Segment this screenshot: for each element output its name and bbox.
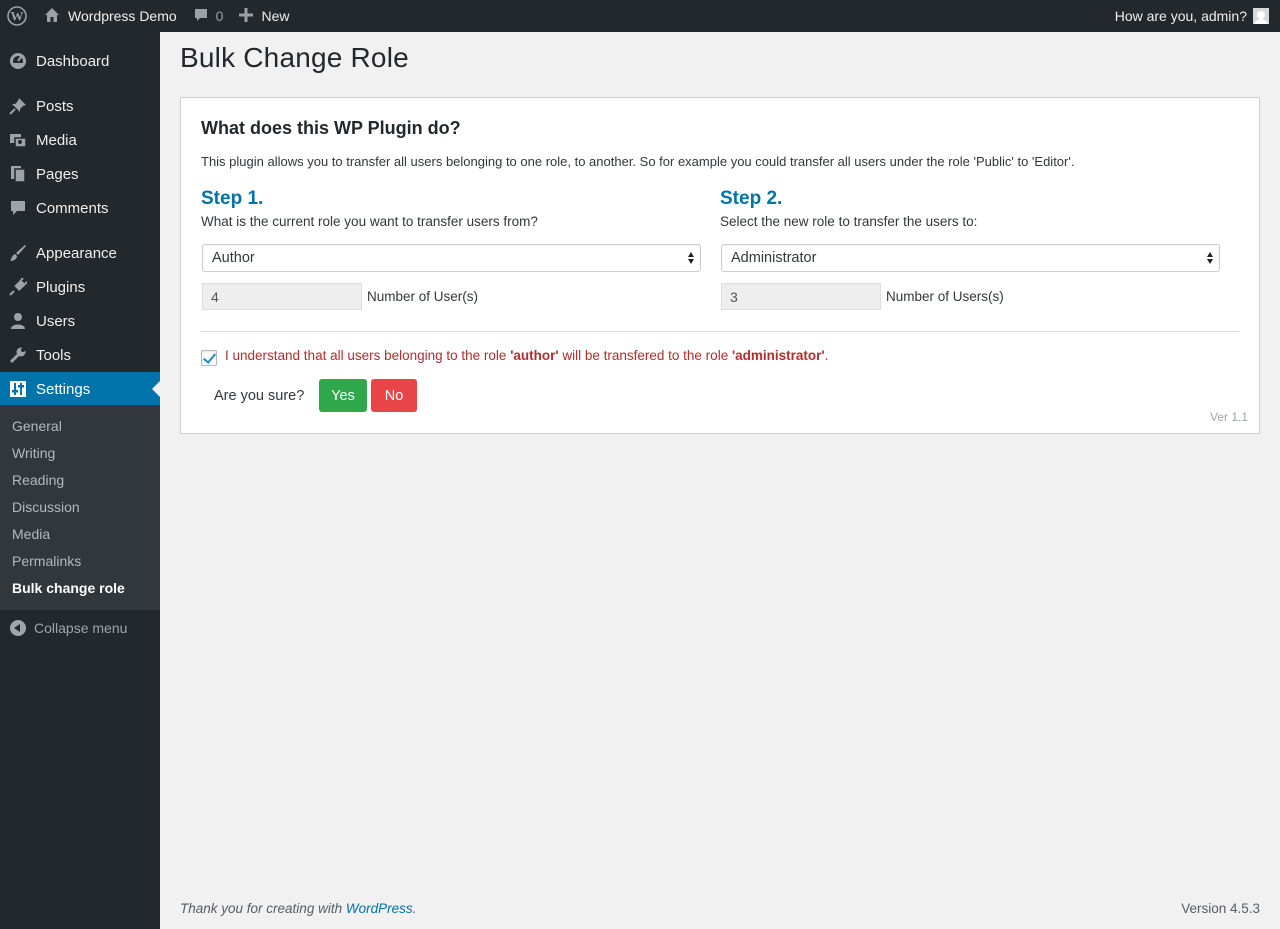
- from-role-value: Author: [212, 250, 255, 266]
- plugin-version: Ver 1.1: [1209, 410, 1248, 424]
- menu-label: Appearance: [36, 244, 117, 262]
- menu-label: Posts: [36, 97, 74, 115]
- are-you-sure-label: Are you sure?: [214, 388, 305, 404]
- pin-icon: [8, 96, 28, 116]
- submenu-item-reading[interactable]: Reading: [12, 472, 64, 488]
- admin-menu: Dashboard Posts Media Pages Comments App…: [0, 32, 160, 929]
- menu-label: Plugins: [36, 278, 86, 296]
- menu-label: Users: [36, 312, 76, 330]
- menu-label: Tools: [36, 346, 72, 364]
- confirm-suffix: .: [824, 348, 829, 363]
- no-button[interactable]: No: [371, 379, 417, 412]
- plus-icon: [239, 7, 254, 25]
- my-account-link[interactable]: How are you, admin?: [1107, 0, 1280, 32]
- footer-thanks: Thank you for creating with WordPress.: [180, 901, 416, 916]
- from-role-count-label: Number of User(s): [367, 289, 479, 304]
- comment-bubble-icon: [193, 7, 209, 26]
- submenu-item-general[interactable]: General: [12, 418, 62, 434]
- plugin-panel: What does this WP Plugin do? This plugin…: [180, 97, 1260, 434]
- menu-item-posts[interactable]: Posts: [0, 89, 160, 123]
- footer-version: Version 4.5.3: [1181, 901, 1260, 916]
- new-label: New: [261, 8, 290, 24]
- greeting: How are you, admin?: [1114, 8, 1247, 24]
- pages-icon: [8, 164, 28, 184]
- submenu-item-writing[interactable]: Writing: [12, 445, 55, 461]
- to-role-select[interactable]: Administrator: [721, 244, 1220, 272]
- menu-label: Settings: [36, 380, 91, 398]
- home-icon: [44, 7, 60, 26]
- panel-description: This plugin allows you to transfer all u…: [201, 154, 1075, 169]
- svg-text:W: W: [11, 9, 24, 24]
- comments-link[interactable]: 0: [185, 0, 232, 32]
- collapse-menu-button[interactable]: Collapse menu: [0, 614, 160, 642]
- wrench-icon: [8, 345, 28, 365]
- collapse-label: Collapse menu: [34, 620, 128, 636]
- footer-thanks-suffix: .: [412, 901, 417, 916]
- confirm-from-role: 'author': [510, 348, 559, 363]
- menu-label: Dashboard: [36, 52, 110, 70]
- page-title: Bulk Change Role: [180, 42, 409, 73]
- comment-icon: [8, 198, 28, 218]
- wordpress-logo-icon[interactable]: W: [0, 0, 34, 32]
- menu-item-settings[interactable]: Settings: [0, 372, 160, 406]
- to-role-value: Administrator: [731, 250, 817, 266]
- from-role-count-field: 4: [202, 283, 362, 310]
- menu-item-media[interactable]: Media: [0, 123, 160, 157]
- menu-item-appearance[interactable]: Appearance: [0, 236, 160, 270]
- media-icon: [8, 130, 28, 150]
- confirm-text[interactable]: I understand that all users belonging to…: [225, 348, 828, 363]
- brush-icon: [8, 243, 28, 263]
- select-arrows-icon: [1206, 251, 1214, 266]
- wordpress-link[interactable]: WordPress: [346, 901, 413, 916]
- step1-question: What is the current role you want to tra…: [201, 214, 538, 229]
- plugin-icon: [8, 277, 28, 297]
- site-name-link[interactable]: Wordpress Demo: [34, 0, 185, 32]
- footer-thanks-prefix: Thank you for creating with: [180, 901, 346, 916]
- avatar: [1253, 8, 1269, 24]
- step2-title: Step 2.: [720, 188, 783, 209]
- confirm-checkbox[interactable]: [201, 350, 217, 366]
- menu-item-pages[interactable]: Pages: [0, 157, 160, 191]
- yes-button[interactable]: Yes: [319, 379, 367, 412]
- submenu-item-permalinks[interactable]: Permalinks: [12, 553, 81, 569]
- menu-label: Comments: [36, 199, 109, 217]
- site-name: Wordpress Demo: [68, 8, 177, 24]
- menu-item-tools[interactable]: Tools: [0, 338, 160, 372]
- confirm-to-role: 'administrator': [731, 348, 825, 363]
- settings-icon: [8, 379, 28, 399]
- to-role-count-field: 3: [721, 283, 881, 310]
- menu-item-comments[interactable]: Comments: [0, 191, 160, 225]
- to-role-count-label: Number of Users(s): [886, 289, 1004, 304]
- new-content-link[interactable]: New: [231, 0, 297, 32]
- comments-count: 0: [215, 8, 224, 24]
- submenu-item-bulk-change-role[interactable]: Bulk change role: [12, 580, 125, 596]
- step1-title: Step 1.: [201, 188, 264, 209]
- submenu-item-discussion[interactable]: Discussion: [12, 499, 80, 515]
- menu-item-users[interactable]: Users: [0, 304, 160, 338]
- from-role-select[interactable]: Author: [202, 244, 701, 272]
- collapse-arrow-icon: [10, 620, 26, 636]
- select-arrows-icon: [687, 251, 695, 266]
- dashboard-icon: [8, 51, 28, 71]
- panel-heading: What does this WP Plugin do?: [201, 118, 461, 138]
- user-icon: [8, 311, 28, 331]
- confirm-prefix: I understand that all users belonging to…: [225, 348, 511, 363]
- menu-item-dashboard[interactable]: Dashboard: [0, 44, 160, 78]
- step2-question: Select the new role to transfer the user…: [720, 214, 978, 229]
- admin-bar: W Wordpress Demo 0 New How are you, admi…: [0, 0, 1280, 32]
- menu-label: Pages: [36, 165, 79, 183]
- confirm-middle: will be transfered to the role: [558, 348, 732, 363]
- submenu-item-media[interactable]: Media: [12, 526, 50, 542]
- menu-label: Media: [36, 131, 77, 149]
- menu-item-plugins[interactable]: Plugins: [0, 270, 160, 304]
- divider: [201, 331, 1239, 332]
- settings-submenu: General Writing Reading Discussion Media…: [0, 405, 160, 610]
